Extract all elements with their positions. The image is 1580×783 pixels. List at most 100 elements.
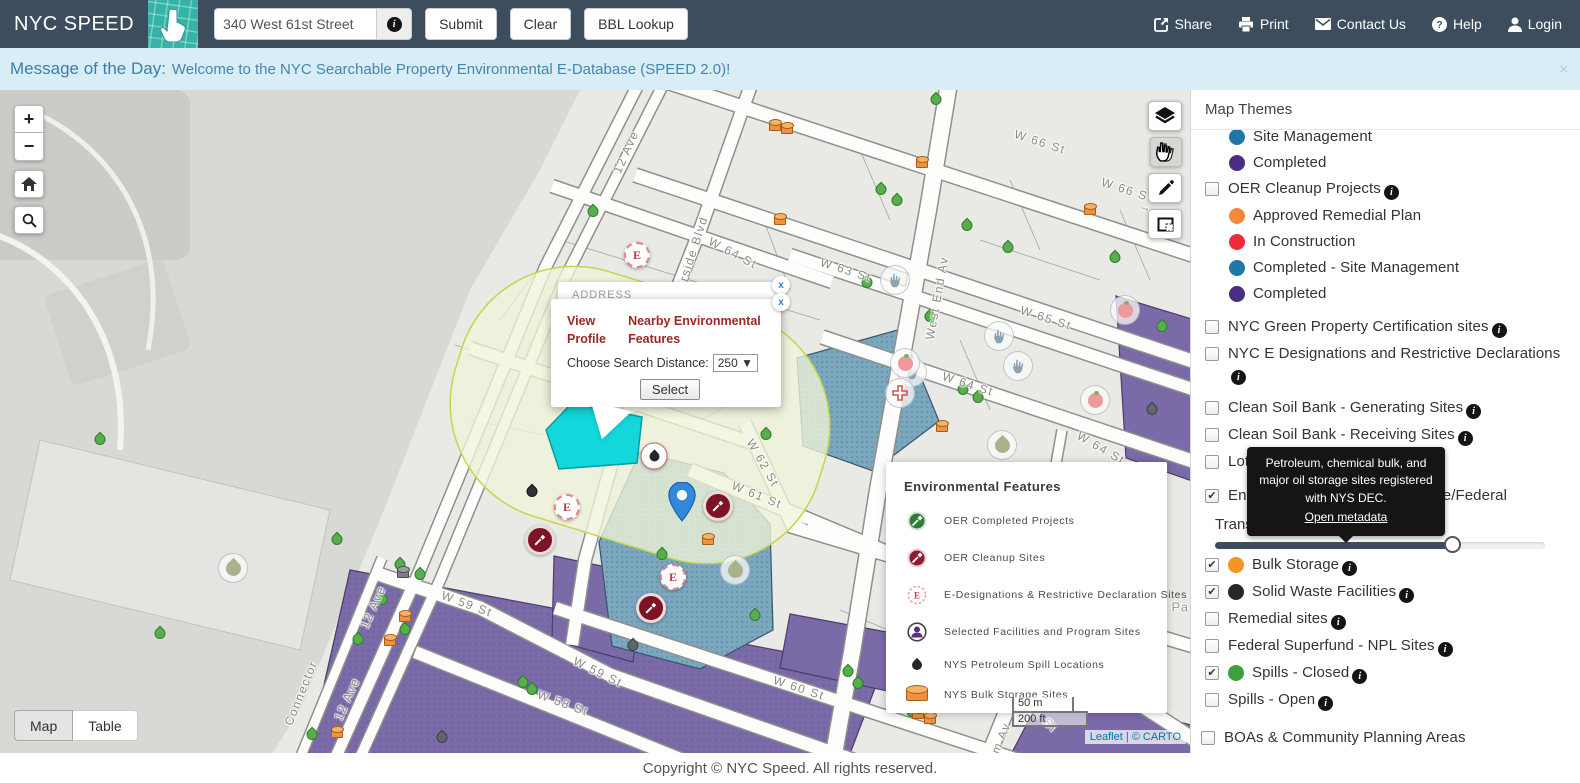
transparency-slider[interactable] — [1215, 536, 1545, 553]
slider-handle[interactable] — [1443, 536, 1461, 553]
nav-link-label: Contact Us — [1336, 16, 1406, 32]
slider-fill — [1215, 542, 1453, 549]
layer-checkbox-row-oer-cleanup-projects: OER Cleanup Projects i — [1205, 179, 1574, 200]
checkbox-unchecked[interactable] — [1205, 182, 1219, 196]
street-label: W 63 St — [818, 255, 874, 285]
checkbox-unchecked[interactable] — [1205, 455, 1219, 469]
info-icon[interactable]: i — [1352, 669, 1368, 684]
layer-label: OER Cleanup Projects i — [1228, 179, 1399, 200]
info-icon[interactable]: i — [1466, 404, 1482, 419]
checkbox-unchecked[interactable] — [1205, 639, 1219, 653]
street-label: 12 Ave — [610, 128, 642, 176]
layer-checkbox-row-spills-closed: ✔ Spills - Closed i — [1205, 663, 1574, 684]
checkbox-unchecked[interactable] — [1205, 320, 1219, 334]
checkbox-unchecked[interactable] — [1205, 612, 1219, 626]
legend-swatch-row-in-construction: In Construction — [1229, 232, 1574, 252]
nearby-features-link[interactable]: Nearby Environmental Features — [628, 313, 773, 348]
tab-map[interactable]: Map — [14, 710, 74, 741]
info-icon[interactable]: i — [1437, 642, 1453, 657]
nav-help-link[interactable]: ? Help — [1431, 16, 1482, 32]
map-attribution[interactable]: Leaflet | © CARTO — [1084, 730, 1186, 744]
street-label: W 65 St — [1018, 303, 1074, 333]
layer-checkbox-row-solid-waste-facilities: ✔ Solid Waste Facilities i — [1205, 582, 1574, 603]
pencil-icon — [1158, 179, 1174, 195]
layer-checkbox-row-remedial-sites: Remedial sites i — [1205, 609, 1574, 630]
popup-close-button[interactable]: x — [772, 293, 790, 311]
extent-select-button[interactable] — [1148, 209, 1182, 239]
layer-label: Completed — [1253, 285, 1327, 302]
legend-title: Environmental Features — [904, 479, 1061, 494]
zoom-control: + − — [14, 105, 44, 162]
checkbox-unchecked[interactable] — [1205, 428, 1219, 442]
layer-label: Bulk Storage i — [1252, 555, 1358, 576]
search-info-button[interactable]: i — [376, 8, 413, 40]
view-profile-link[interactable]: View Profile — [567, 313, 610, 348]
checkbox-checked[interactable]: ✔ — [1205, 558, 1219, 572]
scale-imperial: 200 ft — [1012, 711, 1088, 727]
bulk-storage-icon — [904, 685, 930, 701]
info-icon[interactable]: i — [1383, 185, 1399, 200]
map-canvas[interactable]: EEE W 66 St W 66 St W 65 St W 64 St W 64 St W… — [0, 90, 1190, 753]
nav-print-link[interactable]: Print — [1238, 16, 1289, 32]
message-close-icon[interactable]: × — [1559, 61, 1570, 78]
checkbox-checked[interactable]: ✔ — [1205, 585, 1219, 599]
checkbox-unchecked[interactable] — [1205, 347, 1219, 361]
distance-value: 250 — [717, 356, 738, 370]
sidebar-title: Map Themes — [1191, 90, 1580, 130]
street-label: W 62 St — [743, 436, 783, 490]
checkbox-checked[interactable]: ✔ — [1205, 489, 1219, 503]
color-dot — [1228, 584, 1244, 600]
layer-label: NYC E Designations and Restrictive Decla… — [1228, 345, 1561, 385]
checkbox-unchecked[interactable] — [1205, 693, 1219, 707]
address-search-input[interactable] — [214, 8, 377, 40]
street-label: Pa — [1171, 599, 1189, 615]
map-search-button[interactable] — [14, 206, 44, 234]
info-icon[interactable]: i — [1457, 431, 1473, 446]
mouse-cursor-hand — [1155, 142, 1171, 162]
draw-button[interactable] — [1148, 173, 1182, 203]
layer-checkbox-row-nyc-e-designations-and-restrictive-declarations: NYC E Designations and Restrictive Decla… — [1205, 344, 1574, 385]
app-title: NYC SPEED — [14, 12, 135, 35]
distance-select[interactable]: 250 ▼ — [712, 354, 758, 372]
info-icon[interactable]: i — [1318, 696, 1334, 711]
info-icon[interactable]: i — [1491, 323, 1507, 338]
nav-login-link[interactable]: Login — [1507, 16, 1562, 32]
checkbox-unchecked[interactable] — [1205, 401, 1219, 415]
clear-button[interactable]: Clear — [509, 8, 572, 40]
zoom-in-button[interactable]: + — [14, 105, 44, 133]
help-icon: ? — [1431, 16, 1447, 32]
layer-checkbox-row-nyc-green-property-certification-sites: NYC Green Property Certification sites i — [1205, 317, 1574, 338]
popup-close-button-back[interactable]: x — [772, 276, 790, 294]
home-button[interactable] — [14, 170, 44, 198]
checkbox-checked[interactable]: ✔ — [1205, 666, 1219, 680]
svg-text:E: E — [914, 591, 920, 601]
choose-distance-label: Choose Search Distance: — [567, 356, 709, 370]
top-navbar: NYC SPEED i Submit Clear BBL Lookup Shar… — [0, 0, 1580, 48]
street-label: → — [797, 512, 815, 532]
navbar-links: Share Print Contact Us ? Help Login — [1153, 16, 1562, 32]
nav-link-label: Share — [1174, 16, 1212, 32]
bbl-lookup-button[interactable]: BBL Lookup — [584, 8, 688, 40]
info-icon[interactable]: i — [1231, 370, 1246, 385]
info-icon[interactable]: i — [1342, 561, 1358, 576]
info-icon[interactable]: i — [1399, 588, 1415, 603]
info-icon[interactable]: i — [1330, 615, 1346, 630]
layer-label: Spills - Closed i — [1252, 663, 1368, 684]
select-button[interactable]: Select — [639, 379, 701, 400]
zoom-out-button[interactable]: − — [14, 133, 44, 161]
open-metadata-link[interactable]: Open metadata — [1255, 509, 1437, 526]
street-label: W 64 St — [706, 234, 760, 272]
checkbox-unchecked[interactable] — [1201, 731, 1215, 745]
info-icon: i — [386, 16, 402, 32]
envelope-icon — [1314, 18, 1331, 30]
tab-table[interactable]: Table — [73, 710, 138, 741]
layers-button[interactable] — [1148, 101, 1182, 131]
nav-share-link[interactable]: Share — [1153, 16, 1212, 32]
page-footer: Copyright © NYC Speed. All rights reserv… — [0, 753, 1580, 783]
home-icon — [21, 176, 37, 191]
map-themes-sidebar: Map Themes Site Management Completed OER C… — [1190, 90, 1580, 753]
layer-checkbox-row-spills-open: Spills - Open i — [1205, 690, 1574, 711]
nav-contact-us-link[interactable]: Contact Us — [1314, 16, 1406, 32]
layer-label: Clean Soil Bank - Receiving Sites i — [1228, 425, 1473, 446]
submit-button[interactable]: Submit — [425, 8, 497, 40]
